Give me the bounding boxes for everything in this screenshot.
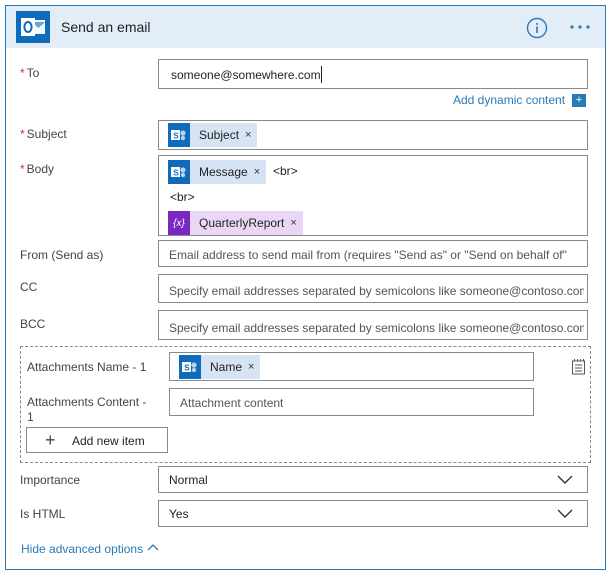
attachments-content-label-2: 1 [27,410,34,424]
add-dynamic-content-link[interactable]: Add dynamic content [453,93,565,107]
to-value: someone@somewhere.com [171,68,321,82]
to-label-text: To [26,66,40,80]
text-cursor [321,66,322,83]
importance-value: Normal [169,473,208,487]
cc-placeholder: Specify email addresses separated by sem… [169,284,584,298]
body-text-br: <br> [273,164,298,178]
add-new-item-button[interactable]: + Add new item [26,427,168,453]
info-icon[interactable] [526,17,548,39]
attachments-name-label: Attachments Name - 1 [27,360,147,374]
subject-token[interactable]: S Subject × [168,123,258,147]
cc-label: CC [20,280,38,294]
plus-icon: + [45,430,56,450]
svg-text:S: S [173,132,179,141]
svg-text:S: S [184,364,190,373]
add-dynamic-content-icon[interactable]: + [572,94,586,107]
is-html-value: Yes [169,507,189,521]
message-token[interactable]: S Message × [168,160,267,184]
attachments-name-input[interactable]: S Name × [169,352,534,381]
token-remove-icon[interactable]: × [248,361,260,373]
token-label: Subject [199,128,240,142]
add-new-item-label: Add new item [72,434,145,448]
quarterlyreport-token[interactable]: {x} QuarterlyReport × [168,211,303,235]
required-marker: * [20,66,25,80]
token-label: QuarterlyReport [199,216,285,230]
from-placeholder: Email address to send mail from (require… [169,248,567,262]
body-input[interactable]: S Message × <br> <br> {x} QuarterlyRepor… [158,155,588,236]
card-header[interactable]: Send an email [6,6,605,48]
expression-icon: {x} [168,211,190,235]
is-html-select[interactable]: Yes [158,500,588,527]
attachments-content-placeholder: Attachment content [180,396,284,410]
sharepoint-icon: S [179,355,201,379]
token-remove-icon[interactable]: × [245,129,257,141]
subject-input[interactable]: S Subject × [158,120,588,150]
name-token[interactable]: S Name × [179,355,261,379]
subject-label-text: Subject [26,127,67,141]
importance-label: Importance [20,473,81,487]
body-text-br-line2: <br> [170,190,195,204]
cc-input[interactable]: Specify email addresses separated by sem… [158,274,588,303]
card-title: Send an email [61,19,151,35]
importance-select[interactable]: Normal [158,466,588,493]
chevron-up-icon[interactable] [147,543,159,552]
is-html-label: Is HTML [20,507,66,521]
bcc-label: BCC [20,317,46,331]
body-label: * Body [20,162,54,176]
attachments-content-label: Attachments Content - [27,395,147,409]
required-marker: * [20,127,25,141]
chevron-down-icon [557,509,573,518]
outlook-icon [16,11,50,43]
to-input[interactable]: someone@somewhere.com [158,59,588,89]
hide-advanced-options-link[interactable]: Hide advanced options [21,542,143,556]
token-remove-icon[interactable]: × [290,217,302,229]
token-label: Message [199,165,248,179]
body-label-text: Body [26,162,55,176]
sharepoint-icon: S [168,160,190,184]
bcc-placeholder: Specify email addresses separated by sem… [169,321,584,335]
sharepoint-icon: S [168,123,190,147]
from-input[interactable]: Email address to send mail from (require… [158,240,588,267]
more-options-icon[interactable] [568,18,592,36]
from-label: From (Send as) [20,248,104,262]
required-marker: * [20,162,25,176]
svg-text:S: S [173,169,179,178]
subject-label: * Subject [20,127,67,141]
bcc-input[interactable]: Specify email addresses separated by sem… [158,310,588,340]
chevron-down-icon [557,475,573,484]
token-remove-icon[interactable]: × [254,166,266,178]
token-label: Name [210,360,243,374]
to-label: * To [20,66,39,80]
attachments-content-input[interactable]: Attachment content [169,388,534,416]
array-mode-icon[interactable] [571,358,587,376]
send-email-card: Send an email * To someone@somewhere.com … [5,5,606,570]
